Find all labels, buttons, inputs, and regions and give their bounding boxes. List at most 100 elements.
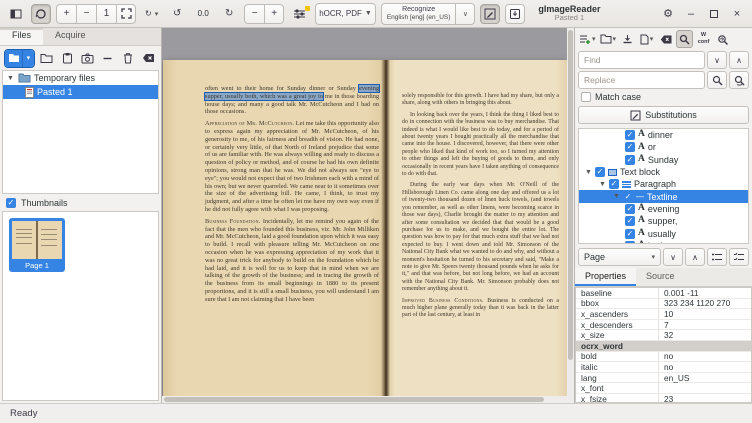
insert-mode-dropdown[interactable]: ▾	[578, 30, 597, 48]
property-value[interactable]: no	[659, 351, 751, 361]
expander-icon[interactable]: ▼	[613, 193, 620, 200]
property-row-baseline[interactable]: baseline0.001 -11	[576, 288, 751, 299]
property-row-x_size[interactable]: x_size32	[576, 330, 751, 341]
property-value[interactable]: 32	[659, 330, 751, 340]
plus-button[interactable]: +	[264, 4, 284, 24]
property-row-lang[interactable]: langen_US	[576, 373, 751, 384]
save-hocr-button[interactable]	[619, 30, 636, 48]
property-value[interactable]: 23	[659, 394, 751, 403]
property-row-bbox[interactable]: bbox323 234 1120 270	[576, 299, 751, 310]
item-checkbox[interactable]: ✓	[625, 216, 635, 226]
navigate-prev-button[interactable]: ∧	[685, 248, 705, 266]
page-dropdown[interactable]: Page ▾	[578, 248, 661, 266]
property-value[interactable]: en_US	[659, 373, 751, 383]
ocr-tree-item-both[interactable]: ✓Aboth,	[579, 240, 748, 244]
settings-gear-button[interactable]: ⚙	[659, 5, 677, 23]
property-value[interactable]: 323 234 1120 270	[659, 298, 751, 308]
thumbnail-page-1[interactable]: Page 1	[9, 218, 65, 272]
find-replace-toggle[interactable]	[676, 30, 693, 48]
screenshot-button[interactable]	[79, 49, 95, 68]
rotate-left-button[interactable]: ↺	[167, 4, 187, 24]
item-checkbox[interactable]: ✓	[623, 192, 633, 202]
lookup-button[interactable]	[714, 30, 731, 48]
replace-all-button[interactable]	[729, 71, 749, 89]
add-images-button[interactable]	[5, 50, 22, 67]
expander-icon[interactable]: ▼	[7, 75, 15, 82]
zoom-in-button[interactable]: +	[56, 4, 76, 24]
ocr-tree-item-textblock[interactable]: ▼✓Text block	[579, 166, 748, 178]
rotate-page-button[interactable]	[31, 4, 51, 24]
find-next-button[interactable]: ∨	[707, 51, 727, 69]
ocr-tree-item-dinner[interactable]: ✓Adinner	[579, 129, 748, 141]
find-prev-button[interactable]: ∧	[729, 51, 749, 69]
thumbnails-checkbox[interactable]: ✓	[6, 198, 16, 208]
substitutions-button[interactable]: Substitutions	[578, 106, 749, 124]
item-checkbox[interactable]: ✓	[625, 204, 635, 214]
recognize-language-chevron[interactable]: ∨	[455, 3, 475, 25]
item-checkbox[interactable]: ✓	[595, 167, 605, 177]
zoom-original-button[interactable]: 1	[96, 4, 116, 24]
ocr-tree-item-or[interactable]: ✓Aor	[579, 141, 748, 153]
property-row-bold[interactable]: boldno	[576, 352, 751, 363]
property-value[interactable]: 0.001 -11	[659, 288, 751, 298]
item-checkbox[interactable]: ✓	[625, 142, 635, 152]
minus-button[interactable]: −	[244, 4, 264, 24]
property-row-x_ascenders[interactable]: x_ascenders10	[576, 309, 751, 320]
image-canvas[interactable]: often went to their home for Sunday dinn…	[162, 28, 574, 403]
ocr-tree-item-supper[interactable]: ✓Asupper,	[579, 215, 748, 227]
property-value[interactable]: 7	[659, 320, 751, 330]
paste-button[interactable]	[59, 49, 75, 68]
word-confidence-toggle[interactable]: W conf	[695, 30, 712, 48]
property-row-x_descenders[interactable]: x_descenders7	[576, 320, 751, 331]
property-value[interactable]: 10	[659, 309, 751, 319]
navigate-next-button[interactable]: ∨	[663, 248, 683, 266]
expander-icon[interactable]: ▼	[585, 169, 592, 176]
canvas-horizontal-scrollbar[interactable]	[162, 396, 574, 403]
close-button[interactable]: ×	[728, 5, 746, 23]
property-row-x_fsize[interactable]: x_fsize23	[576, 394, 751, 403]
add-images-split-button[interactable]: ▾	[4, 49, 35, 68]
export-dropdown[interactable]: ▾	[638, 30, 655, 48]
ocr-tree-item-evening[interactable]: ✓Aevening	[579, 203, 748, 215]
delete-image-button[interactable]	[120, 49, 136, 68]
tab-properties[interactable]: Properties	[575, 268, 636, 286]
recognize-button[interactable]: Recognize English [eng] (en_US)	[381, 3, 456, 25]
tab-source[interactable]: Source	[636, 268, 685, 286]
find-input[interactable]	[578, 51, 705, 69]
property-row-ocrx_word[interactable]: ocrx_word	[576, 341, 751, 352]
zoom-fit-button[interactable]	[116, 4, 136, 24]
tab-acquire[interactable]: Acquire	[43, 28, 98, 45]
ocr-tree-item-usually[interactable]: ✓Ausually	[579, 227, 748, 239]
clear-images-button[interactable]	[141, 49, 157, 68]
item-checkbox[interactable]: ✓	[625, 241, 635, 244]
tab-files[interactable]: Files	[0, 28, 43, 45]
add-images-chevron[interactable]: ▾	[22, 50, 33, 67]
property-row-italic[interactable]: italicno	[576, 362, 751, 373]
match-case-checkbox[interactable]	[581, 92, 591, 102]
property-value[interactable]: no	[659, 362, 751, 372]
ocr-tree-item-sunday[interactable]: ✓ASunday	[579, 154, 748, 166]
rotate-right-button[interactable]: ↻	[219, 4, 239, 24]
item-checkbox[interactable]: ✓	[609, 179, 619, 189]
open-hocr-dropdown[interactable]: ▾	[599, 30, 618, 48]
maximize-button[interactable]	[705, 5, 723, 23]
edit-output-button[interactable]	[480, 4, 500, 24]
tree-node-temporary-files[interactable]: ▼ Temporary files	[3, 71, 158, 85]
open-folder-button[interactable]	[39, 49, 55, 68]
property-row-x_font[interactable]: x_font	[576, 383, 751, 394]
expander-icon[interactable]: ▼	[599, 181, 606, 188]
item-checkbox[interactable]: ✓	[625, 130, 635, 140]
clear-output-button[interactable]	[657, 30, 674, 48]
zoom-out-button[interactable]: −	[76, 4, 96, 24]
ocr-tree-item-textline[interactable]: ▼✓—Textline	[579, 190, 748, 202]
ocr-tree-item-paragraph[interactable]: ▼✓Paragraph	[579, 178, 748, 190]
image-controls-button[interactable]	[289, 4, 310, 24]
rotate-mode-dropdown[interactable]: ↻▾	[141, 4, 162, 24]
sidebar-toggle-icon[interactable]	[6, 4, 26, 24]
rotation-angle-spinner[interactable]: 0.0	[192, 9, 214, 18]
collapse-all-button[interactable]	[707, 248, 727, 266]
canvas-vertical-scrollbar[interactable]	[567, 28, 574, 403]
output-format-dropdown[interactable]: hOCR, PDF▼	[315, 3, 376, 25]
replace-button[interactable]	[707, 71, 727, 89]
save-output-button[interactable]	[505, 4, 525, 24]
